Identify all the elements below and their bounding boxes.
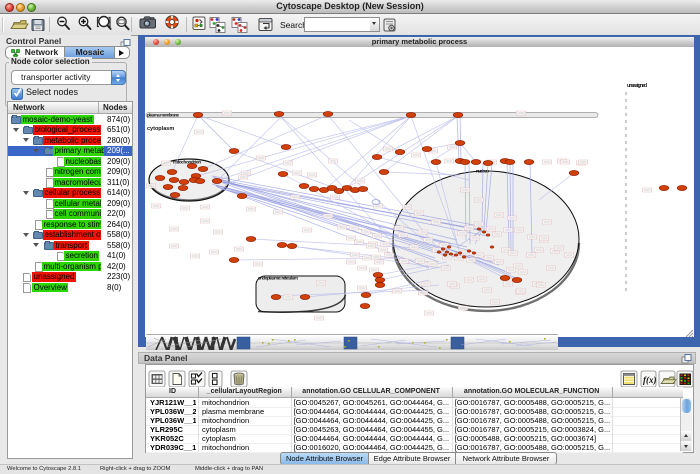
svg-text:unassigned: unassigned (627, 83, 647, 89)
svg-text:f(x): f(x) (643, 375, 657, 385)
svg-text:plasma membrane: plasma membrane (147, 113, 180, 118)
svg-text:endoplasmic reticulum: endoplasmic reticulum (258, 276, 298, 281)
svg-text:cytoplasm: cytoplasm (147, 126, 174, 132)
